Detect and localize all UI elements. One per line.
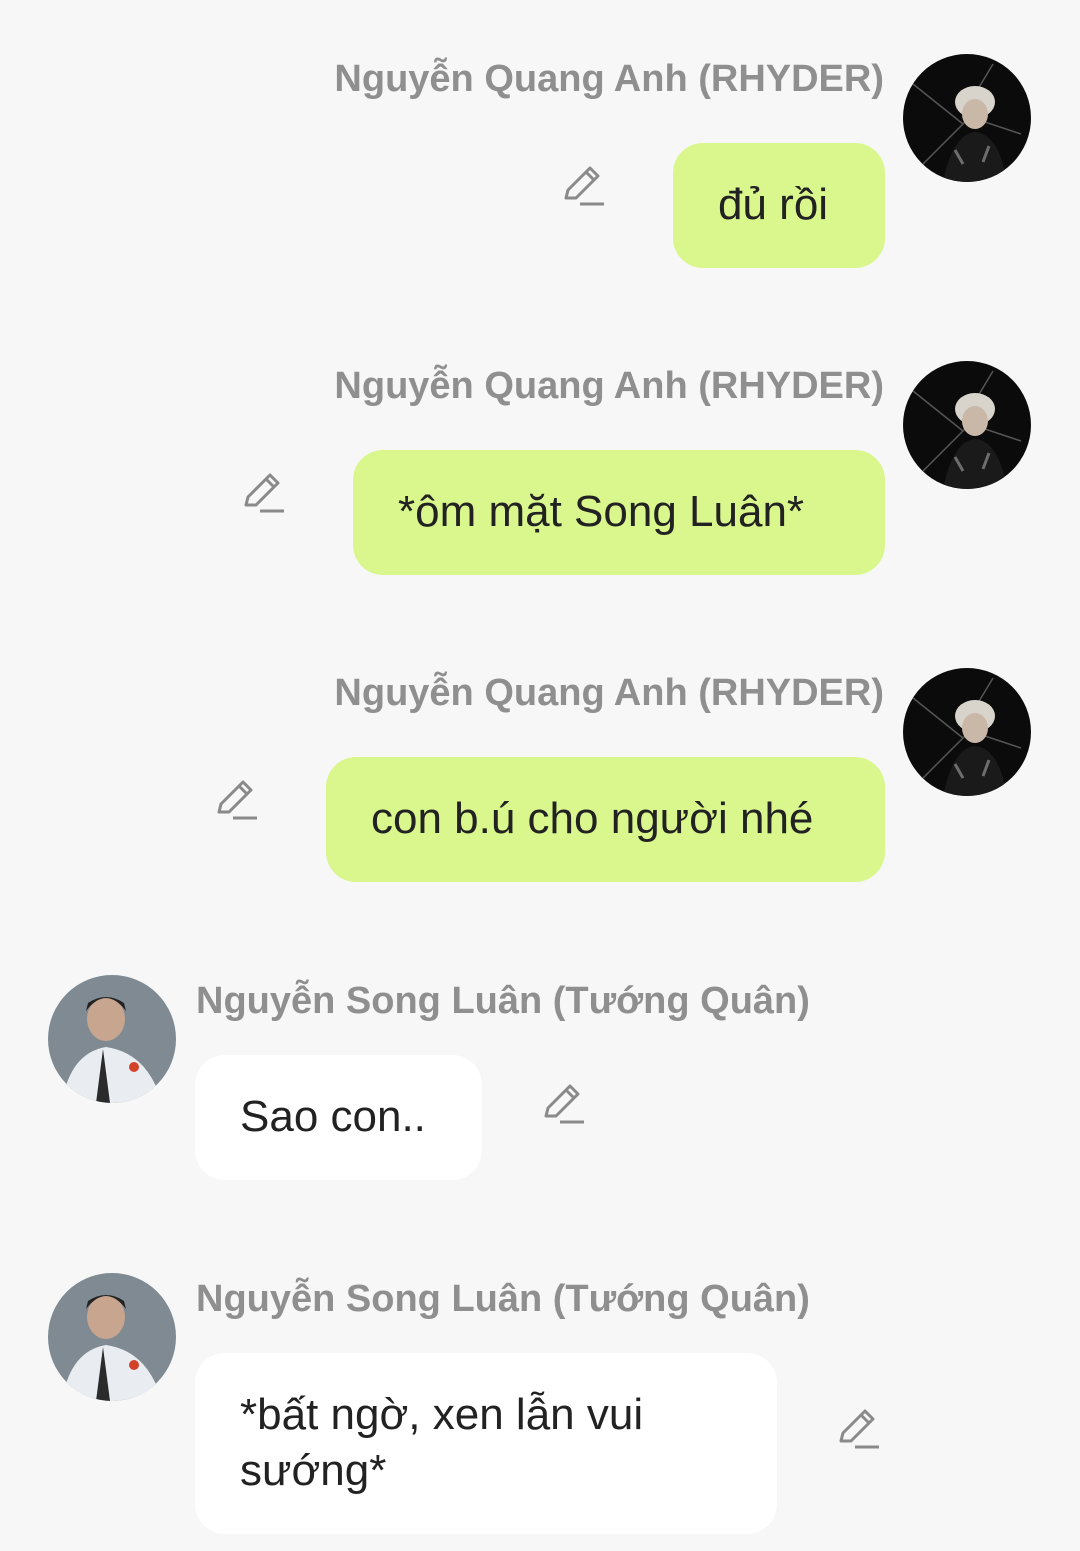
message-bubble[interactable]: *ôm mặt Song Luân*: [353, 450, 885, 575]
pencil-edit-icon[interactable]: [213, 776, 259, 822]
message-text: đủ rồi: [718, 180, 829, 229]
avatar-rhyder[interactable]: [903, 361, 1031, 489]
message-bubble[interactable]: đủ rồi: [673, 143, 885, 268]
message-text: Sao con..: [240, 1092, 426, 1141]
avatar-song-luan[interactable]: [48, 975, 176, 1103]
sender-name: Nguyễn Quang Anh (RHYDER): [334, 672, 884, 714]
sender-name: Nguyễn Quang Anh (RHYDER): [334, 58, 884, 100]
message-text: *ôm mặt Song Luân*: [398, 487, 805, 536]
pencil-edit-icon[interactable]: [835, 1405, 881, 1451]
pencil-edit-icon[interactable]: [240, 469, 286, 515]
message-text: con b.ú cho người nhé: [371, 794, 814, 843]
sender-name: Nguyễn Quang Anh (RHYDER): [334, 365, 884, 407]
message-text: *bất ngờ, xen lẫn vui sướng*: [240, 1390, 644, 1495]
message-bubble[interactable]: con b.ú cho người nhé: [326, 757, 885, 882]
chat-thread: Nguyễn Quang Anh (RHYDER) đủ rồi Nguyễn …: [0, 0, 1080, 1551]
sender-name: Nguyễn Song Luân (Tướng Quân): [196, 980, 810, 1022]
avatar-rhyder[interactable]: [903, 54, 1031, 182]
avatar-song-luan[interactable]: [48, 1273, 176, 1401]
pencil-edit-icon[interactable]: [560, 162, 606, 208]
pencil-edit-icon[interactable]: [540, 1080, 586, 1126]
message-bubble[interactable]: *bất ngờ, xen lẫn vui sướng*: [195, 1353, 777, 1534]
sender-name: Nguyễn Song Luân (Tướng Quân): [196, 1278, 810, 1320]
avatar-rhyder[interactable]: [903, 668, 1031, 796]
message-bubble[interactable]: Sao con..: [195, 1055, 482, 1180]
